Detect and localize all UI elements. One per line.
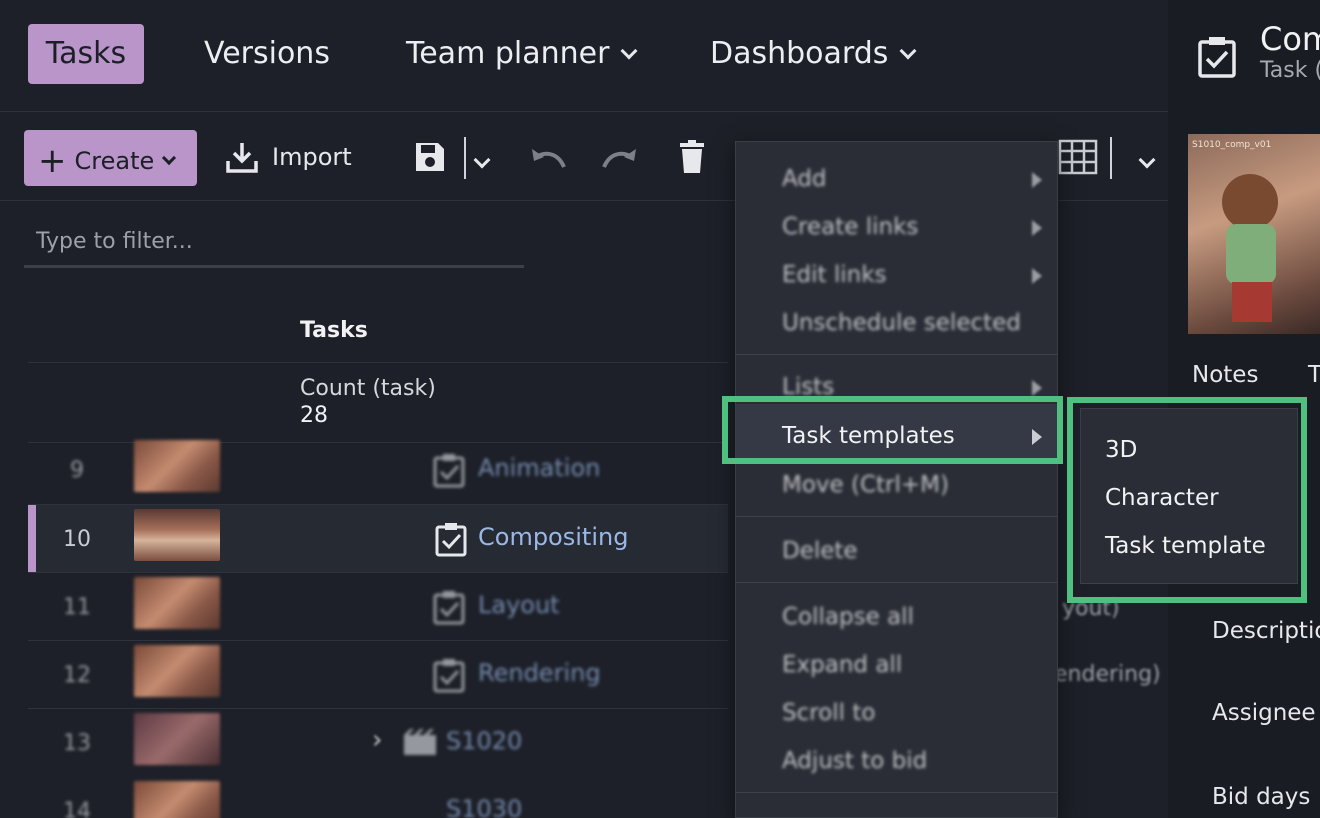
count-label: Count (task) [300, 376, 436, 401]
download-icon [226, 143, 258, 173]
row-number: 13 [63, 731, 91, 756]
menu-divider [736, 792, 1057, 793]
menu-item-adjust-to-bid[interactable]: Adjust to bid [782, 748, 927, 774]
trash-icon[interactable] [676, 139, 708, 175]
task-name-link[interactable]: Layout [478, 591, 560, 619]
sequence-icon [404, 729, 436, 755]
tab-dashboards-label: Dashboards [710, 36, 889, 71]
submenu-arrow-icon [1032, 220, 1042, 236]
menu-item-move[interactable]: Move (Ctrl+M) [782, 472, 949, 498]
field-label-assignee: Assignee [1212, 700, 1316, 726]
menu-item-unschedule-selected[interactable]: Unschedule selected [782, 310, 1021, 336]
tab-dashboards[interactable]: Dashboards [690, 24, 934, 84]
task-icon [1198, 37, 1236, 78]
grid-view-icon[interactable] [1058, 139, 1098, 175]
preview-caption: S1010_comp_v01 [1192, 140, 1272, 150]
tab-tasks[interactable]: Tasks [28, 24, 144, 84]
menu-item-create-links[interactable]: Create links [782, 214, 918, 240]
field-label-bid-days: Bid days [1212, 784, 1311, 810]
panel-subtitle: Task ( [1260, 58, 1320, 83]
toolbar-divider [464, 137, 466, 179]
thumbnail [134, 440, 220, 492]
submenu-arrow-icon [1032, 172, 1042, 188]
tab-team-planner-label: Team planner [406, 36, 610, 71]
table-row[interactable]: 9 Animation [28, 436, 728, 504]
menu-item-collapse-all[interactable]: Collapse all [782, 604, 914, 630]
submenu-arrow-icon [1032, 268, 1042, 284]
row-number: 14 [63, 799, 91, 818]
task-type-text: endering) [1054, 662, 1161, 687]
menu-item-scroll-to[interactable]: Scroll to [782, 700, 875, 726]
row-number: 12 [63, 663, 91, 688]
thumbnail [134, 509, 220, 561]
redo-icon[interactable] [600, 141, 640, 173]
sequence-name-link[interactable]: S1020 [446, 727, 522, 755]
sequence-name-link[interactable]: S1030 [446, 795, 522, 818]
menu-item-add[interactable]: Add [782, 166, 827, 192]
tab-t[interactable]: T [1308, 362, 1320, 388]
field-label-description: Descriptio [1212, 618, 1320, 644]
create-label: Create [74, 147, 155, 175]
expand-chevron-icon[interactable]: › [372, 725, 382, 755]
chevron-down-icon [162, 150, 177, 166]
table-row[interactable]: 11 Layout [28, 573, 728, 641]
character-head [1222, 174, 1278, 230]
character-shirt [1226, 224, 1276, 284]
menu-item-expand-all[interactable]: Expand all [782, 652, 902, 678]
column-header-tasks[interactable]: Tasks [300, 318, 368, 343]
chevron-down-icon [620, 42, 638, 60]
task-icon [433, 659, 465, 693]
table-row[interactable]: 14 S1030 [28, 777, 728, 818]
row-number: 11 [63, 595, 91, 620]
table-row-selected[interactable]: 10 Compositing [28, 505, 728, 573]
plus-icon: + [38, 141, 67, 181]
tab-tasks-label: Tasks [45, 36, 127, 71]
task-icon [435, 523, 467, 557]
save-icon[interactable] [412, 139, 448, 175]
submenu-arrow-icon [1032, 380, 1042, 396]
menu-divider [736, 582, 1057, 583]
undo-icon[interactable] [528, 141, 568, 173]
import-label: Import [272, 143, 352, 171]
task-name-link[interactable]: Animation [478, 454, 600, 482]
task-icon [433, 591, 465, 625]
thumbnail [134, 577, 220, 629]
create-button[interactable]: + Create [24, 130, 197, 186]
task-name-link[interactable]: Rendering [478, 659, 601, 687]
toolbar-divider [1110, 137, 1112, 179]
highlight-box-submenu [1067, 397, 1307, 603]
preview-image[interactable]: S1010_comp_v01 [1188, 134, 1320, 334]
task-icon [433, 454, 465, 488]
count-value: 28 [300, 403, 328, 428]
menu-divider [736, 354, 1057, 355]
save-options-chevron-icon[interactable] [473, 151, 491, 169]
highlight-box-task-templates [722, 396, 1063, 464]
panel-title: Com [1260, 20, 1320, 58]
row-number: 10 [63, 527, 91, 552]
menu-item-delete[interactable]: Delete [782, 538, 858, 564]
thumbnail [134, 713, 220, 765]
tab-team-planner[interactable]: Team planner [386, 24, 655, 84]
tab-notes[interactable]: Notes [1192, 362, 1258, 388]
task-name-link[interactable]: Compositing [478, 523, 628, 551]
filter-input[interactable] [24, 218, 524, 268]
menu-item-edit-links[interactable]: Edit links [782, 262, 887, 288]
thumbnail [134, 781, 220, 818]
header-divider [28, 362, 728, 363]
import-button[interactable]: Import [224, 139, 364, 179]
chevron-down-icon [899, 42, 917, 60]
menu-divider [736, 516, 1057, 517]
view-options-chevron-icon[interactable] [1138, 151, 1156, 169]
table-row[interactable]: 13 › S1020 [28, 709, 728, 777]
table-row[interactable]: 12 Rendering [28, 641, 728, 709]
context-menu: Add Create links Edit links Unschedule s… [735, 141, 1058, 818]
character-shorts [1232, 282, 1272, 322]
row-number: 9 [70, 458, 84, 483]
tab-versions-label: Versions [204, 36, 330, 71]
thumbnail [134, 645, 220, 697]
tab-versions[interactable]: Versions [184, 24, 350, 84]
